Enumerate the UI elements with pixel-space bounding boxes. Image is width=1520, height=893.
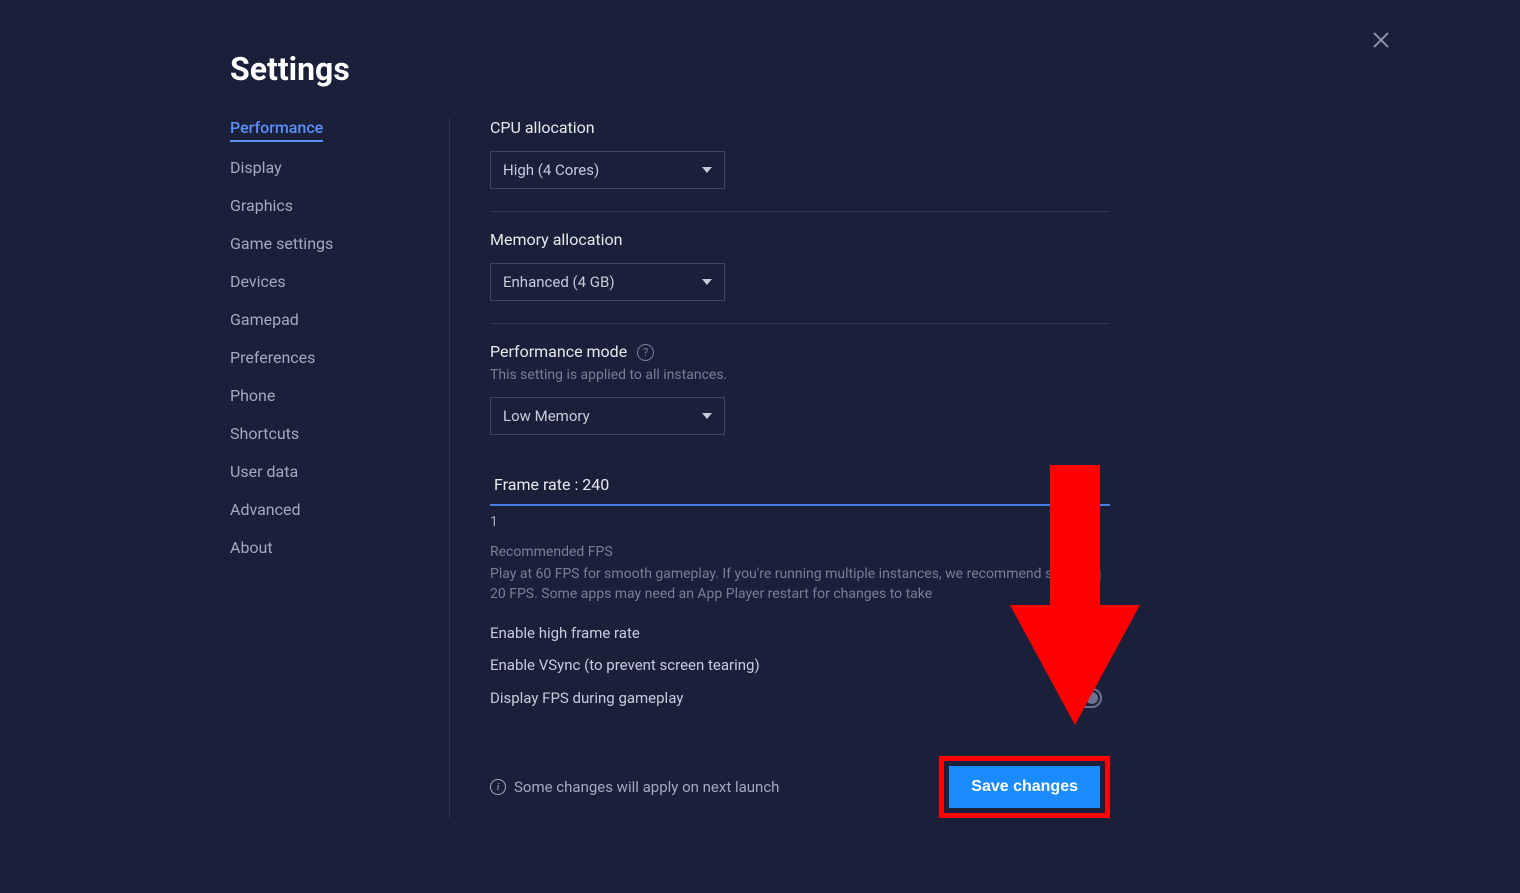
settings-modal: Settings Performance Display Graphics Ga… <box>0 0 1520 893</box>
framerate-section: Frame rate : 240 1 Recommended FPS Play … <box>490 475 1110 708</box>
cpu-label: CPU allocation <box>490 118 1110 137</box>
perfmode-label: Performance mode ? <box>490 342 1110 361</box>
toggle-vsync[interactable]: Enable VSync (to prevent screen tearing) <box>490 656 1110 674</box>
annotation-highlight: Save changes <box>939 756 1110 818</box>
sidebar-item-game-settings[interactable]: Game settings <box>230 234 333 256</box>
sidebar-item-performance[interactable]: Performance <box>230 118 323 142</box>
sidebar-item-phone[interactable]: Phone <box>230 386 275 408</box>
toggle-display-fps[interactable]: Display FPS during gameplay <box>490 688 1110 708</box>
sidebar-item-display[interactable]: Display <box>230 158 282 180</box>
sidebar-item-advanced[interactable]: Advanced <box>230 500 301 522</box>
cpu-dropdown[interactable]: High (4 Cores) <box>490 151 725 189</box>
memory-dropdown[interactable]: Enhanced (4 GB) <box>490 263 725 301</box>
sidebar-item-gamepad[interactable]: Gamepad <box>230 310 299 332</box>
close-icon[interactable] <box>1372 30 1390 55</box>
perfmode-help: This setting is applied to all instances… <box>490 367 1110 383</box>
memory-section: Memory allocation Enhanced (4 GB) <box>490 230 1110 324</box>
sidebar: Performance Display Graphics Game settin… <box>230 118 450 818</box>
content: Performance Display Graphics Game settin… <box>230 118 1290 818</box>
help-icon[interactable]: ? <box>637 344 654 361</box>
fps-info-title: Recommended FPS <box>490 544 1110 560</box>
framerate-label[interactable]: Frame rate : 240 <box>490 475 1110 506</box>
footer-note: i Some changes will apply on next launch <box>490 778 779 796</box>
cpu-dropdown-value: High (4 Cores) <box>503 161 599 179</box>
save-button[interactable]: Save changes <box>949 766 1100 808</box>
sidebar-item-graphics[interactable]: Graphics <box>230 196 293 218</box>
main-panel: CPU allocation High (4 Cores) Memory all… <box>450 118 1110 818</box>
footer-note-text: Some changes will apply on next launch <box>514 778 779 796</box>
info-icon: i <box>490 779 506 795</box>
toggle-high-frame-rate-label: Enable high frame rate <box>490 624 640 642</box>
memory-dropdown-value: Enhanced (4 GB) <box>503 273 615 291</box>
framerate-min: 1 <box>490 514 1110 530</box>
perfmode-dropdown[interactable]: Low Memory <box>490 397 725 435</box>
sidebar-item-shortcuts[interactable]: Shortcuts <box>230 424 299 446</box>
perfmode-section: Performance mode ? This setting is appli… <box>490 342 1110 457</box>
memory-label: Memory allocation <box>490 230 1110 249</box>
chevron-down-icon <box>702 279 712 285</box>
cpu-section: CPU allocation High (4 Cores) <box>490 118 1110 212</box>
toggle-knob <box>1086 692 1098 704</box>
sidebar-item-about[interactable]: About <box>230 538 273 560</box>
sidebar-item-devices[interactable]: Devices <box>230 272 286 294</box>
sidebar-item-preferences[interactable]: Preferences <box>230 348 315 370</box>
perfmode-dropdown-value: Low Memory <box>503 407 590 425</box>
toggle-vsync-label: Enable VSync (to prevent screen tearing) <box>490 656 760 674</box>
toggle-high-frame-rate[interactable]: Enable high frame rate <box>490 624 1110 642</box>
footer: i Some changes will apply on next launch… <box>490 726 1110 818</box>
chevron-down-icon <box>702 167 712 173</box>
chevron-down-icon <box>702 413 712 419</box>
toggle-switch[interactable] <box>1064 688 1102 708</box>
page-title: Settings <box>230 50 1290 88</box>
perfmode-label-text: Performance mode <box>490 342 627 361</box>
toggle-display-fps-label: Display FPS during gameplay <box>490 689 683 707</box>
fps-info-text: Play at 60 FPS for smooth gameplay. If y… <box>490 565 1110 604</box>
sidebar-item-user-data[interactable]: User data <box>230 462 298 484</box>
